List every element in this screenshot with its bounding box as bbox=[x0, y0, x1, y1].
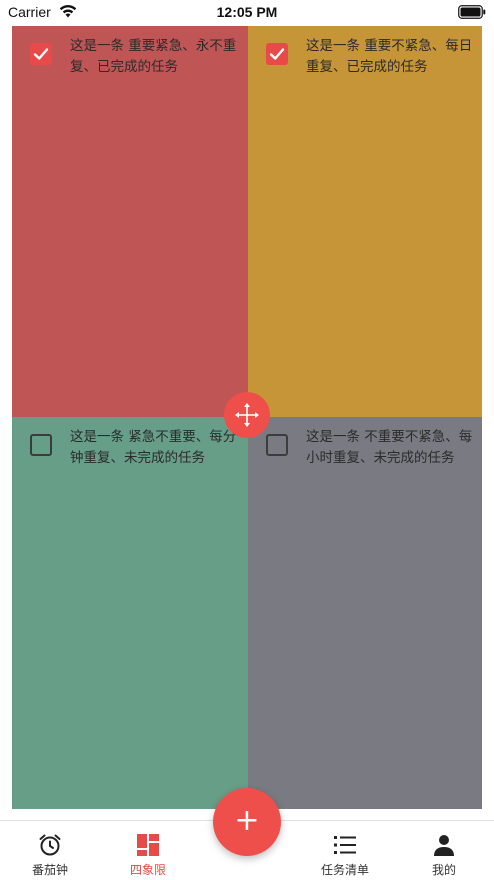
tab-task-list[interactable]: 任务清单 bbox=[305, 821, 385, 880]
task-checkbox-checked[interactable] bbox=[266, 43, 288, 65]
tab-pomodoro[interactable]: 番茄钟 bbox=[10, 821, 90, 880]
tab-quadrant[interactable]: 四象限 bbox=[108, 821, 188, 880]
tab-label: 任务清单 bbox=[320, 863, 369, 877]
status-bar: Carrier 12:05 PM bbox=[0, 0, 494, 26]
task-checkbox-unchecked[interactable] bbox=[30, 434, 52, 456]
tab-label: 番茄钟 bbox=[31, 863, 68, 877]
task-title: 这是一条 紧急不重要、每分钟重复、未完成的任务 bbox=[70, 429, 237, 466]
list-icon bbox=[334, 836, 356, 854]
task-title: 这是一条 重要不紧急、每日重复、已完成的任务 bbox=[306, 38, 473, 75]
checkmark-icon bbox=[33, 48, 49, 60]
add-task-button[interactable]: + bbox=[213, 788, 281, 856]
task-title: 这是一条 不重要不紧急、每小时重复、未完成的任务 bbox=[306, 429, 473, 466]
quadrant-resize-handle[interactable] bbox=[224, 392, 270, 438]
plus-icon: + bbox=[234, 803, 260, 838]
move-arrows-icon bbox=[235, 403, 259, 427]
quadrant-urgent-not-important[interactable]: 这是一条 紧急不重要、每分钟重复、未完成的任务 bbox=[12, 417, 248, 809]
clock-time: 12:05 PM bbox=[216, 4, 278, 20]
quadrant-not-important-not-urgent[interactable]: 这是一条 不重要不紧急、每小时重复、未完成的任务 bbox=[248, 417, 482, 809]
alarm-clock-icon bbox=[39, 834, 61, 856]
task-checkbox-unchecked[interactable] bbox=[266, 434, 288, 456]
task-title: 这是一条 重要紧急、永不重复、已完成的任务 bbox=[70, 38, 237, 75]
task-checkbox-checked[interactable] bbox=[30, 43, 52, 65]
person-icon bbox=[434, 835, 454, 856]
battery-icon bbox=[458, 5, 486, 19]
quadrant-important-urgent[interactable]: 这是一条 重要紧急、永不重复、已完成的任务 bbox=[12, 26, 248, 417]
tab-label: 我的 bbox=[431, 863, 456, 877]
quadrant-important-not-urgent[interactable]: 这是一条 重要不紧急、每日重复、已完成的任务 bbox=[248, 26, 482, 417]
tab-label: 四象限 bbox=[129, 863, 166, 877]
tab-mine[interactable]: 我的 bbox=[404, 821, 484, 880]
quadrant-grid-icon bbox=[137, 834, 159, 856]
checkmark-icon bbox=[269, 48, 285, 60]
